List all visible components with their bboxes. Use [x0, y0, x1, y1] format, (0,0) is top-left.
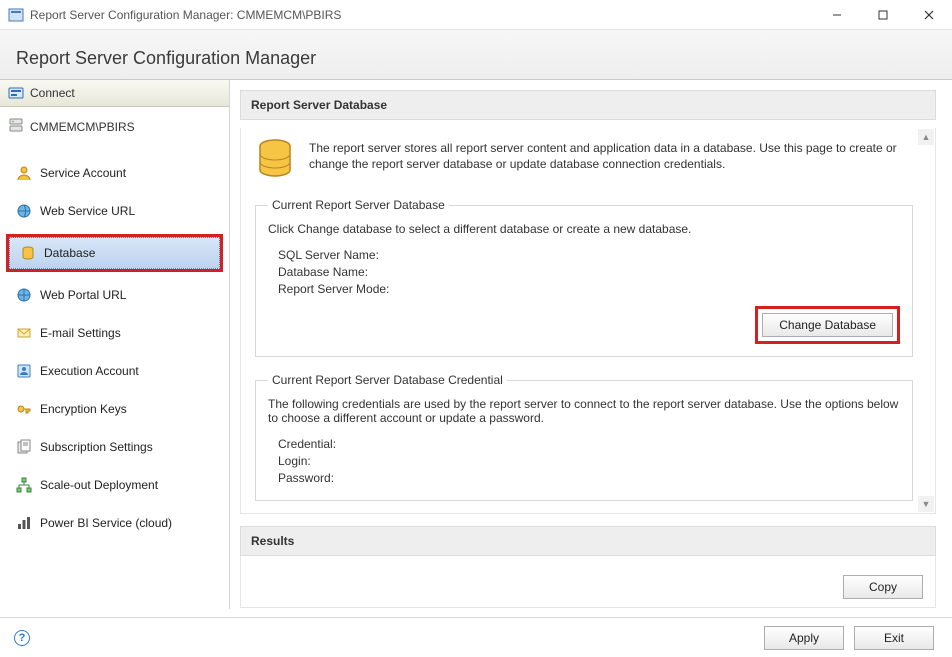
globe-link-icon: [16, 203, 32, 219]
app-icon: [8, 7, 24, 23]
login-label: Login:: [278, 454, 428, 468]
sidebar-item-web-service-url[interactable]: Web Service URL: [6, 196, 223, 226]
content-pane: Report Server Database ▲ ▼ The report se…: [230, 80, 952, 609]
mail-icon: [16, 325, 32, 341]
chart-icon: [16, 515, 32, 531]
current-database-group: Current Report Server Database Click Cha…: [255, 198, 913, 357]
key-icon: [16, 401, 32, 417]
credential-desc: The following credentials are used by th…: [268, 397, 900, 425]
database-icon: [20, 245, 36, 261]
sidebar-item-label: Web Portal URL: [40, 288, 126, 302]
server-name: CMMEMCM\PBIRS: [0, 107, 229, 150]
sidebar-item-label: Scale-out Deployment: [40, 478, 158, 492]
sidebar-item-label: Encryption Keys: [40, 402, 127, 416]
highlight-database: Database: [6, 234, 223, 272]
apply-button[interactable]: Apply: [764, 626, 844, 650]
scroll-up-button[interactable]: ▲: [918, 129, 934, 145]
sidebar-item-powerbi[interactable]: Power BI Service (cloud): [6, 508, 223, 538]
credential-group: Current Report Server Database Credentia…: [255, 373, 913, 501]
help-icon[interactable]: ?: [14, 630, 30, 646]
connect-button[interactable]: Connect: [0, 80, 229, 107]
current-database-legend: Current Report Server Database: [268, 198, 449, 212]
subscription-icon: [16, 439, 32, 455]
sidebar-item-label: Power BI Service (cloud): [40, 516, 172, 530]
copy-button[interactable]: Copy: [843, 575, 923, 599]
sidebar-item-label: Subscription Settings: [40, 440, 153, 454]
sidebar-item-subscription-settings[interactable]: Subscription Settings: [6, 432, 223, 462]
database-name-label: Database Name:: [278, 265, 428, 279]
sidebar-item-label: Web Service URL: [40, 204, 135, 218]
panel-title: Report Server Database: [240, 90, 936, 120]
connect-icon: [8, 85, 24, 101]
close-button[interactable]: [906, 0, 952, 30]
sidebar-item-service-account[interactable]: Service Account: [6, 158, 223, 188]
intro-text: The report server stores all report serv…: [309, 138, 913, 172]
sidebar-item-web-portal-url[interactable]: Web Portal URL: [6, 280, 223, 310]
connect-label: Connect: [30, 86, 75, 100]
credential-label: Credential:: [278, 437, 428, 451]
header: Report Server Configuration Manager: [0, 30, 952, 80]
sidebar-item-label: E-mail Settings: [40, 326, 121, 340]
titlebar: Report Server Configuration Manager: CMM…: [0, 0, 952, 30]
sidebar-item-scale-out[interactable]: Scale-out Deployment: [6, 470, 223, 500]
highlight-change-database: Change Database: [755, 306, 900, 344]
report-server-mode-label: Report Server Mode:: [278, 282, 428, 296]
scroll-down-button[interactable]: ▼: [918, 496, 934, 512]
results-title: Results: [240, 526, 936, 556]
minimize-button[interactable]: [814, 0, 860, 30]
database-settings-area: ▲ ▼ The report server stores all report …: [240, 128, 936, 514]
current-database-desc: Click Change database to select a differ…: [268, 222, 900, 236]
database-large-icon: [255, 138, 295, 180]
change-database-button[interactable]: Change Database: [762, 313, 893, 337]
credential-legend: Current Report Server Database Credentia…: [268, 373, 507, 387]
sidebar-item-database[interactable]: Database: [9, 237, 220, 269]
sidebar: Connect CMMEMCM\PBIRS Service Account: [0, 80, 230, 609]
sidebar-item-label: Service Account: [40, 166, 126, 180]
globe-icon: [16, 287, 32, 303]
sidebar-item-execution-account[interactable]: Execution Account: [6, 356, 223, 386]
page-title: Report Server Configuration Manager: [16, 48, 936, 69]
account-icon: [16, 363, 32, 379]
sql-server-name-label: SQL Server Name:: [278, 248, 428, 262]
footer: ? Apply Exit: [0, 617, 952, 657]
sidebar-item-email-settings[interactable]: E-mail Settings: [6, 318, 223, 348]
results-panel: Results Copy: [240, 526, 936, 608]
network-icon: [16, 477, 32, 493]
password-label: Password:: [278, 471, 428, 485]
window-controls: [814, 0, 952, 30]
sidebar-item-encryption-keys[interactable]: Encryption Keys: [6, 394, 223, 424]
exit-button[interactable]: Exit: [854, 626, 934, 650]
maximize-button[interactable]: [860, 0, 906, 30]
user-icon: [16, 165, 32, 181]
results-body: Copy: [240, 556, 936, 608]
sidebar-item-label: Execution Account: [40, 364, 139, 378]
sidebar-item-label: Database: [44, 246, 95, 260]
server-icon: [8, 117, 24, 136]
window-title: Report Server Configuration Manager: CMM…: [30, 8, 341, 22]
